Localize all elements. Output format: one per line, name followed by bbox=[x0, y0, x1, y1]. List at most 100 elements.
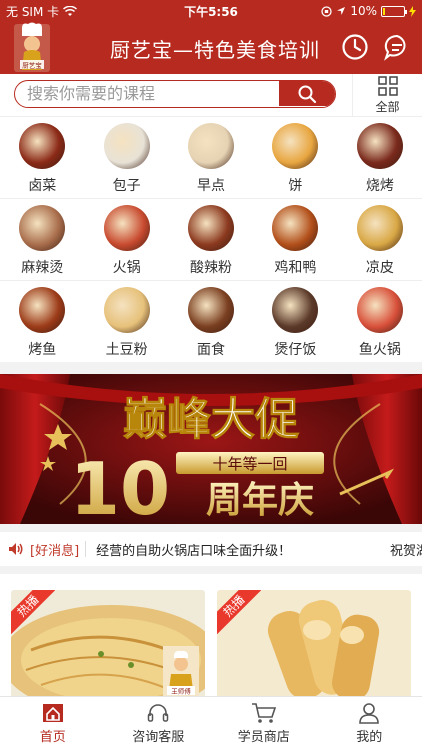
notice-divider bbox=[85, 541, 87, 557]
category-image bbox=[19, 123, 66, 169]
category-label: 包子 bbox=[112, 178, 141, 194]
course-card-pancake[interactable]: 王师傅 热播 bbox=[11, 590, 205, 696]
status-left: 无 SIM 卡 bbox=[6, 3, 156, 20]
banner-art: 巅峰大促 10 十年等一回 周年庆 bbox=[0, 374, 422, 524]
battery-percent: 10% bbox=[350, 4, 377, 18]
category-image bbox=[103, 205, 150, 251]
tab-customer-service[interactable]: 咨询客服 bbox=[106, 697, 212, 750]
logo-text: 厨艺宝 bbox=[22, 61, 42, 70]
search-button[interactable] bbox=[279, 81, 335, 106]
bottom-tab-bar: 首页 咨询客服 学员商店 我的 bbox=[0, 696, 422, 750]
news-ticker[interactable]: [好消息] 经营的自助火锅店口味全面升级！ 祝贺湖 bbox=[0, 532, 422, 566]
search-box bbox=[14, 80, 336, 108]
category-image bbox=[356, 123, 403, 169]
carrier-text: 无 SIM 卡 bbox=[6, 4, 60, 19]
hot-badge-text: 热播 bbox=[11, 590, 55, 634]
category-row: 烤鱼 土豆粉 面食 煲仔饭 鱼火锅 bbox=[0, 280, 422, 362]
user-icon bbox=[359, 703, 380, 724]
category-label: 火锅 bbox=[112, 260, 141, 276]
chef-seal: 王师傅 bbox=[163, 646, 199, 696]
category-label: 酸辣粉 bbox=[190, 260, 233, 276]
category-image bbox=[272, 205, 319, 251]
course-card-youtiao[interactable]: 热播 bbox=[217, 590, 411, 696]
search-icon bbox=[298, 85, 317, 103]
category-image bbox=[188, 123, 235, 169]
battery-fill bbox=[383, 7, 385, 15]
history-clock-icon[interactable] bbox=[340, 32, 370, 62]
category-item[interactable]: 麻辣烫 bbox=[0, 199, 84, 280]
location-icon bbox=[337, 7, 346, 15]
banner-headline: 巅峰大促 bbox=[123, 394, 299, 445]
orientation-lock-icon bbox=[321, 5, 332, 17]
category-image bbox=[356, 205, 403, 251]
category-image bbox=[19, 287, 66, 333]
shopping-cart-icon bbox=[251, 703, 276, 723]
category-item[interactable]: 饼 bbox=[253, 117, 337, 198]
category-item[interactable]: 火锅 bbox=[84, 199, 168, 280]
banner-ribbon: 十年等一回 bbox=[212, 455, 287, 473]
battery-icon bbox=[381, 5, 407, 17]
tab-profile[interactable]: 我的 bbox=[317, 697, 422, 750]
category-item[interactable]: 土豆粉 bbox=[84, 281, 168, 362]
category-label: 饼 bbox=[288, 178, 303, 194]
category-row: 卤菜 包子 早点 饼 烧烤 bbox=[0, 116, 422, 198]
tab-service-label: 咨询客服 bbox=[132, 730, 185, 745]
search-bar: 全部 bbox=[0, 74, 422, 116]
category-label: 鸡和鸭 bbox=[274, 260, 317, 276]
status-bar: 无 SIM 卡 下午5:56 10% bbox=[0, 0, 422, 22]
category-label: 卤菜 bbox=[28, 178, 57, 194]
status-right: 10% bbox=[266, 4, 416, 18]
category-grid: 卤菜 包子 早点 饼 烧烤 麻辣烫 火锅 酸辣粉 鸡和鸭 凉皮 烤鱼 土豆粉 面食 煲仔饭 鱼火锅 bbox=[0, 116, 422, 362]
category-image bbox=[188, 287, 235, 333]
category-item[interactable]: 面食 bbox=[169, 281, 253, 362]
headset-icon bbox=[148, 704, 169, 722]
grid-icon bbox=[377, 75, 398, 96]
notice-tag: [好消息] bbox=[30, 543, 80, 559]
promo-banner[interactable]: 巅峰大促 10 十年等一回 周年庆 bbox=[0, 374, 422, 524]
chef-logo: 厨艺宝 bbox=[14, 22, 50, 72]
category-label: 烧烤 bbox=[365, 178, 394, 194]
category-image bbox=[103, 123, 150, 169]
category-label: 早点 bbox=[197, 178, 226, 194]
search-input[interactable] bbox=[15, 81, 280, 106]
category-label: 鱼火锅 bbox=[358, 342, 401, 358]
chef-seal-text: 王师傅 bbox=[171, 687, 191, 696]
tab-profile-label: 我的 bbox=[356, 730, 383, 745]
app-header: 厨艺宝 厨艺宝—特色美食培训 bbox=[0, 22, 422, 74]
category-item[interactable]: 卤菜 bbox=[0, 117, 84, 198]
category-item[interactable]: 煲仔饭 bbox=[253, 281, 337, 362]
category-image bbox=[356, 287, 403, 333]
all-categories-button[interactable]: 全部 bbox=[352, 74, 422, 116]
category-label: 面食 bbox=[197, 342, 226, 358]
category-image bbox=[188, 205, 235, 251]
category-label: 麻辣烫 bbox=[21, 260, 64, 276]
category-item[interactable]: 包子 bbox=[84, 117, 168, 198]
category-item[interactable]: 鱼火锅 bbox=[338, 281, 422, 362]
category-image bbox=[272, 123, 319, 169]
page-title: 厨艺宝—特色美食培训 bbox=[110, 38, 320, 62]
tab-home-label: 首页 bbox=[39, 730, 66, 745]
banner-number: 10 bbox=[70, 447, 170, 524]
category-image bbox=[19, 205, 66, 251]
category-item[interactable]: 凉皮 bbox=[338, 199, 422, 280]
category-item[interactable]: 酸辣粉 bbox=[169, 199, 253, 280]
hot-badge: 热播 bbox=[11, 590, 55, 634]
category-item[interactable]: 烤鱼 bbox=[0, 281, 84, 362]
tab-home[interactable]: 首页 bbox=[0, 697, 106, 750]
tab-student-shop[interactable]: 学员商店 bbox=[211, 697, 317, 750]
tab-shop-label: 学员商店 bbox=[237, 730, 290, 745]
charging-icon bbox=[409, 5, 416, 17]
category-label: 土豆粉 bbox=[105, 342, 148, 358]
category-item[interactable]: 早点 bbox=[169, 117, 253, 198]
category-label: 烤鱼 bbox=[28, 342, 57, 358]
category-label: 煲仔饭 bbox=[274, 342, 317, 358]
banner-sub: 周年庆 bbox=[206, 480, 314, 521]
wifi-icon bbox=[63, 5, 78, 16]
message-chat-icon[interactable] bbox=[382, 32, 412, 62]
category-item[interactable]: 鸡和鸭 bbox=[253, 199, 337, 280]
status-time: 下午5:56 bbox=[184, 4, 238, 19]
category-image bbox=[272, 287, 319, 333]
category-row: 麻辣烫 火锅 酸辣粉 鸡和鸭 凉皮 bbox=[0, 198, 422, 280]
all-label: 全部 bbox=[375, 99, 400, 114]
category-item[interactable]: 烧烤 bbox=[338, 117, 422, 198]
